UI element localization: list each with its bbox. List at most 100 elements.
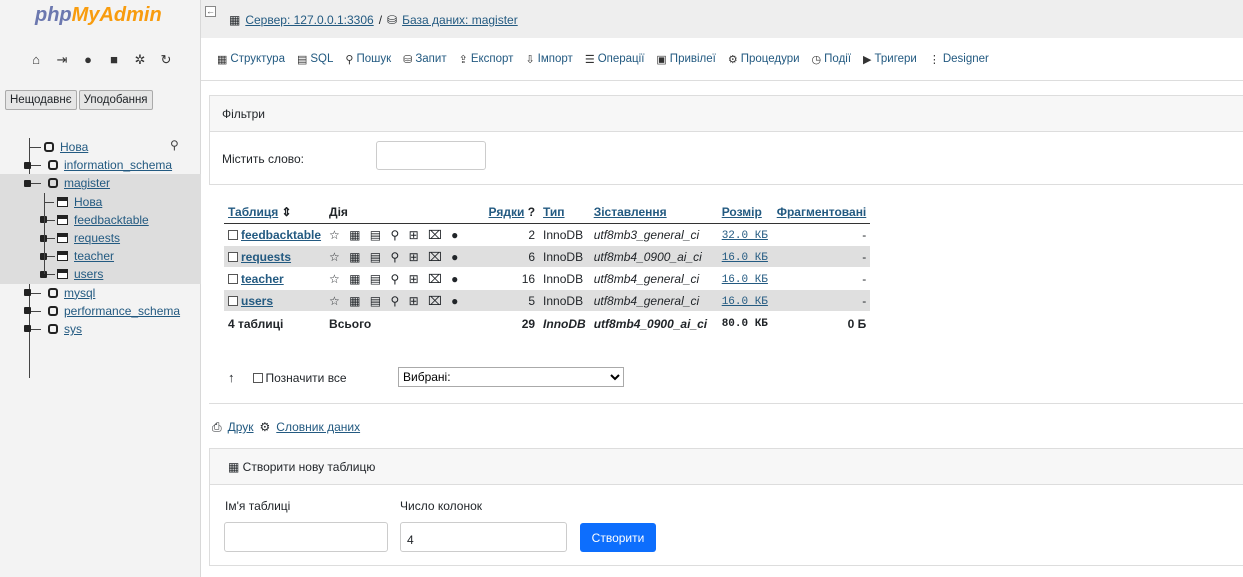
row-actions[interactable]: ☆ ▦ ▤ ⚲ ⊞ ⌧ ● [325, 223, 472, 246]
expand-icon[interactable] [24, 289, 31, 297]
row-checkbox[interactable] [228, 296, 238, 307]
tab-search[interactable]: ⚲ Пошук [345, 53, 391, 66]
tree-db-information-schema[interactable]: information_schema [0, 156, 201, 174]
database-icon [48, 287, 58, 298]
collapse-icon[interactable] [24, 179, 31, 187]
tab-events[interactable]: ◷ Події [812, 53, 851, 66]
table-link[interactable]: users [241, 294, 273, 308]
size-link[interactable]: 16.0 КБ [722, 274, 768, 286]
row-actions[interactable]: ☆ ▦ ▤ ⚲ ⊞ ⌧ ● [325, 267, 472, 290]
tab-export[interactable]: ⇪ Експорт [459, 53, 514, 66]
row-checkbox[interactable] [228, 230, 238, 241]
tab-structure[interactable]: ▦ Структура [217, 53, 285, 66]
breadcrumb-bar: ← ▦ Сервер: 127.0.0.1:3306 / ⛁ База дани… [201, 0, 1243, 38]
events-icon: ◷ [811, 53, 822, 66]
select-all-checkbox[interactable] [252, 372, 263, 383]
collapse-nav-icon[interactable]: ← [205, 6, 216, 17]
row-actions[interactable]: ☆ ▦ ▤ ⚲ ⊞ ⌧ ● [325, 289, 472, 312]
home-icon[interactable]: ⌂ [30, 52, 42, 82]
table-link[interactable]: feedbacktable [241, 228, 321, 242]
settings-icon[interactable]: ✲ [134, 52, 146, 82]
tab-designer[interactable]: ⋮ Designer [929, 53, 989, 66]
tree-table-requests[interactable]: requests [0, 228, 201, 248]
table-row: requests ☆ ▦ ▤ ⚲ ⊞ ⌧ ● 6 InnoDB utf8mb4_… [224, 245, 871, 268]
row-checkbox[interactable] [228, 274, 238, 285]
structure-icon: ▦ [217, 53, 228, 66]
table-link[interactable]: teacher [241, 272, 284, 286]
tree-db-magister[interactable]: magister [0, 174, 201, 193]
search-icon: ⚲ [345, 53, 354, 66]
expand-icon[interactable] [24, 325, 31, 333]
table-name-input[interactable] [224, 522, 388, 552]
recent-tab[interactable]: Нещодавнє [5, 90, 77, 110]
tree-db-sys[interactable]: sys [0, 320, 201, 338]
operations-icon: ☰ [584, 53, 595, 66]
logout-icon[interactable]: ⇥ [56, 52, 68, 82]
database-icon: ⛁ [387, 13, 398, 27]
table-link[interactable]: requests [241, 250, 291, 264]
main-menu: ▦ Структура ▤ SQL ⚲ Пошук ⛁ Запит ⇪ Експорт ⇩… [201, 38, 1243, 81]
filters-panel: Фільтри Містить слово: [209, 95, 1243, 185]
create-button[interactable]: Створити [580, 523, 656, 552]
table-row: users ☆ ▦ ▤ ⚲ ⊞ ⌧ ● 5 InnoDB utf8mb4_gen… [224, 289, 871, 312]
table-icon [57, 214, 68, 225]
breadcrumb-server[interactable]: Сервер: 127.0.0.1:3306 [245, 13, 373, 27]
size-link[interactable]: 32.0 КБ [722, 230, 768, 242]
sort-table-header[interactable]: Таблиця [228, 205, 278, 219]
expand-icon[interactable] [24, 307, 31, 315]
data-dictionary-link[interactable]: Словник даних [276, 420, 360, 435]
table-row: feedbacktable ☆ ▦ ▤ ⚲ ⊞ ⌧ ● 2 InnoDB utf… [224, 223, 871, 246]
database-icon [48, 160, 58, 171]
docs-icon[interactable]: ■ [108, 52, 120, 82]
tab-query[interactable]: ⛁ Запит [403, 53, 446, 66]
select-all-label[interactable]: Позначити все [266, 371, 347, 385]
columns-count-input[interactable]: 4 [400, 522, 567, 552]
filter-input[interactable] [376, 141, 486, 170]
sort-icon[interactable]: ⇕ [282, 205, 292, 219]
procedures-icon: ⚙ [727, 53, 738, 66]
bulk-actions: ↑ Позначити все Вибрані: [228, 367, 624, 387]
row-checkbox[interactable] [228, 252, 238, 263]
table-icon [57, 251, 68, 262]
tables-list: Таблиця ⇕ Дія Рядки ? Тип Зіставлення Ро… [224, 201, 871, 337]
help-icon[interactable]: ● [82, 52, 94, 82]
create-table-panel: ▦ Створити нову таблицю Ім'я таблиці Чис… [209, 448, 1243, 566]
tree-table-feedbacktable[interactable]: feedbacktable [0, 210, 201, 229]
size-link[interactable]: 16.0 КБ [722, 252, 768, 264]
tab-import[interactable]: ⇩ Імпорт [525, 53, 572, 66]
breadcrumb: ▦ Сервер: 127.0.0.1:3306 / ⛁ База даних:… [229, 13, 518, 27]
tree-magister-new-table[interactable]: Нова [0, 192, 201, 211]
sort-type-header[interactable]: Тип [543, 205, 565, 219]
tab-operations[interactable]: ☰ Операції [585, 53, 645, 66]
tab-sql[interactable]: ▤ SQL [297, 53, 333, 66]
tree-new-db[interactable]: Нова [0, 138, 201, 156]
print-link[interactable]: Друк [228, 420, 254, 435]
filter-label: Містить слово: [222, 152, 305, 166]
tree-table-users[interactable]: users [0, 265, 201, 284]
help-icon[interactable]: ? [528, 205, 535, 219]
expand-icon[interactable] [24, 161, 31, 169]
phpmyadmin-logo[interactable]: phpMyAdmin [0, 0, 200, 38]
filters-title: Фільтри [210, 96, 1243, 132]
tab-privileges[interactable]: ▣ Привілеї [656, 53, 715, 66]
create-table-title: ▦ Створити нову таблицю [210, 449, 1243, 485]
sort-rows-header[interactable]: Рядки [489, 205, 525, 219]
sort-collation-header[interactable]: Зіставлення [594, 205, 667, 219]
row-actions[interactable]: ☆ ▦ ▤ ⚲ ⊞ ⌧ ● [325, 245, 472, 268]
columns-count-label: Число колонок [400, 499, 483, 513]
size-link[interactable]: 16.0 КБ [722, 296, 768, 308]
arrow-up-icon: ↑ [228, 370, 235, 385]
sort-size-header[interactable]: Розмір [722, 205, 762, 219]
with-selected-dropdown[interactable]: Вибрані: [398, 367, 624, 387]
tab-procedures[interactable]: ⚙ Процедури [728, 53, 800, 66]
sort-overhead-header[interactable]: Фрагментовані [777, 205, 867, 219]
tab-triggers[interactable]: ▶ Тригери [863, 53, 917, 66]
tree-db-mysql[interactable]: mysql [0, 284, 201, 302]
breadcrumb-database[interactable]: База даних: magister [402, 13, 518, 27]
reload-icon[interactable]: ↻ [160, 52, 172, 82]
favorites-tab[interactable]: Уподобання [78, 90, 153, 110]
tree-table-teacher[interactable]: teacher [0, 247, 201, 266]
database-icon [48, 305, 58, 316]
divider [209, 403, 1243, 404]
tree-db-performance-schema[interactable]: performance_schema [0, 302, 201, 320]
